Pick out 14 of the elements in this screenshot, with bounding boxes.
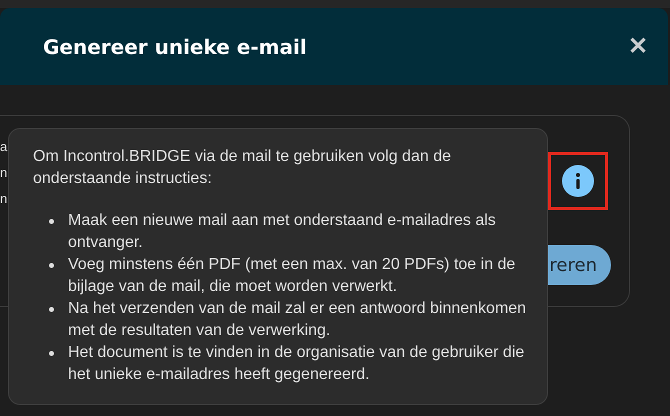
instruction-text: Het document is te vinden in de organisatie van de gebruiker die het unieke e-mailadres heeft gegenereerd.: [68, 343, 526, 385]
bullet-icon: [49, 263, 54, 268]
info-icon[interactable]: [562, 165, 594, 197]
bullet-icon: [49, 219, 54, 224]
instruction-text: Na het verzenden van de mail zal er een antwoord binnenkomen met de resultaten van de verwerking.: [68, 299, 527, 341]
bullet-icon: [49, 351, 54, 356]
bullet-icon: [49, 307, 54, 312]
dialog-title: Genereer unieke e-mail: [43, 34, 307, 58]
tooltip-text: Om Incontrol.BRIDGE via de mail te gebruiken volg dan de onderstaande instructies:: [33, 147, 452, 189]
text-fragment: n: [0, 164, 8, 182]
close-button[interactable]: ✕: [628, 34, 648, 58]
instruction-text: Maak een nieuwe mail aan met onderstaand e-mailadres als ontvanger.: [68, 211, 497, 253]
text-fragment: a: [0, 138, 8, 156]
text-fragment: n: [0, 190, 8, 208]
